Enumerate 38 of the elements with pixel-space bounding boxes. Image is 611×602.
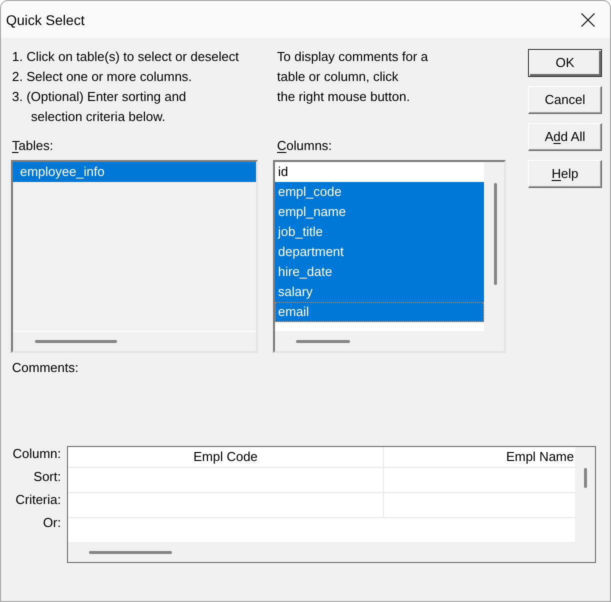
scrollbar-thumb[interactable] (584, 468, 587, 488)
grid-row-label: Criteria: (15, 491, 61, 509)
horizontal-scrollbar[interactable] (275, 331, 504, 351)
tables-list[interactable]: employee_info (11, 160, 258, 353)
window-title: Quick Select (6, 10, 85, 30)
scrollbar-thumb[interactable] (296, 340, 350, 342)
column-name-cell-text: Empl Name (505, 448, 575, 466)
column-list-item[interactable]: empl_name (275, 202, 484, 222)
dialog-button[interactable]: Cancel (528, 86, 602, 114)
scrollbar-thumb[interactable] (494, 183, 497, 285)
instruction-text: 2. Select one or more columns. (12, 68, 192, 86)
dialog-button[interactable]: Help (528, 160, 602, 188)
column-list-item[interactable]: salary (275, 282, 484, 302)
tables-label: Tables: (12, 137, 54, 155)
table-list-item[interactable]: employee_info (13, 162, 256, 182)
grid-row-label: Column: (12, 445, 61, 463)
grid-row-label: Or: (42, 514, 61, 532)
comment-hint-text: To display comments for a table or column, click the right mouse button. (277, 48, 428, 106)
column-list-item[interactable]: hire_date (275, 262, 484, 282)
column-list-item[interactable]: empl_code (275, 182, 484, 202)
vertical-scrollbar[interactable] (484, 162, 504, 331)
column-name-cell: Empl Code (68, 447, 384, 467)
scrollbar-thumb[interactable] (89, 550, 172, 554)
column-list-item[interactable]: job_title (275, 222, 484, 242)
grid-row-label: Sort: (34, 468, 61, 486)
dialog-button[interactable]: OK (528, 49, 602, 77)
column-list-item[interactable]: department (275, 242, 484, 262)
instruction-text: 1. Click on table(s) to select or deselect (12, 48, 239, 66)
column-list-item[interactable]: email (275, 302, 484, 322)
instruction-text: 3. (Optional) Enter sorting and selection criteria below. (12, 88, 186, 126)
columns-label: Columns: (277, 137, 332, 155)
scrollbar-thumb[interactable] (35, 340, 117, 343)
criteria-grid[interactable]: Empl Code Empl Name (67, 446, 596, 563)
dialog-button[interactable]: Add All (528, 123, 602, 151)
columns-list[interactable]: id empl_code empl_name job_title department hire_date salary email (273, 160, 506, 353)
comments-label: Comments: (12, 359, 78, 377)
close-icon (581, 12, 595, 26)
column-list-item[interactable]: id (275, 162, 484, 182)
